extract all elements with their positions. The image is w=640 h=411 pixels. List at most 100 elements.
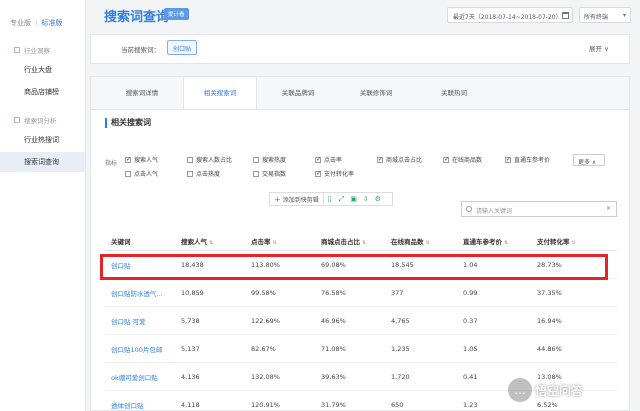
col-header-label: 直通车参考价: [463, 237, 502, 246]
metric-checkbox[interactable]: 交易指数: [253, 169, 286, 178]
terminal-select[interactable]: 所有终端 ▾: [579, 7, 631, 23]
checkbox-icon: [315, 156, 321, 163]
col-header-conversion[interactable]: 支付转化率 ⇅: [537, 236, 617, 246]
table-cell: 39.63%: [321, 372, 346, 381]
sidebar-section-label: 行业洞察: [24, 47, 50, 55]
add-to-clip-label: 添加到快剪辑: [282, 196, 319, 204]
metric-label: 在线商品数: [452, 157, 483, 164]
tab-modifier-words[interactable]: 关联修饰词: [339, 77, 413, 109]
table-cell: 4,118: [181, 400, 200, 409]
industry-icon: [14, 47, 20, 53]
download-icon[interactable]: ⇩: [360, 193, 372, 205]
sidebar-item-hot-words[interactable]: 行业热搜词: [0, 130, 85, 150]
metric-label: 点击热度: [196, 171, 221, 178]
table-cell: 5,137: [181, 344, 200, 353]
expand-label: 展开: [589, 45, 602, 53]
table-toolbar: + 添加到快剪辑 ▯ ⤢ ▣ ⇩ ⚙: [269, 192, 393, 206]
checkbox-icon: [315, 170, 321, 177]
filter-card: 当前搜索词： 创口贴 展开 ∨: [90, 34, 630, 64]
keyword-link[interactable]: 创口贴: [105, 260, 181, 270]
metrics-label: 指标: [105, 160, 118, 167]
table-cell: 69.08%: [321, 260, 346, 269]
keyword-link[interactable]: 创口贴100片包邮: [105, 344, 181, 354]
table-cell: 1.05: [463, 344, 478, 353]
col-header-online-items[interactable]: 在线商品数 ⇅: [391, 236, 463, 246]
table-cell: 0.37: [463, 316, 478, 325]
keyword-link[interactable]: ok绷可爱创口贴: [105, 372, 181, 382]
metric-checkbox[interactable]: 点击热度: [187, 169, 220, 178]
col-header-mall-click[interactable]: 商城点击占比 ⇅: [321, 236, 391, 246]
metric-checkbox[interactable]: 在线商品数: [443, 155, 482, 164]
table-cell: 5,738: [181, 316, 200, 325]
add-to-clip-button[interactable]: + 添加到快剪辑: [270, 193, 324, 205]
metric-label: 直通车参考价: [514, 157, 551, 164]
sidebar-item-word-query[interactable]: 搜索词查询: [0, 152, 85, 172]
tab-bar: 搜索词详情 相关搜索词 关联品牌词 关联修饰词 关联热词: [90, 76, 630, 110]
checkbox-icon: [253, 156, 259, 163]
more-metrics-button[interactable]: 更多 ∧: [573, 154, 605, 166]
current-word-chip[interactable]: 创口贴: [167, 40, 198, 55]
title-badge: 爱计看: [164, 8, 189, 20]
chevron-down-icon: ▾: [622, 12, 626, 19]
col-header-label: 点击率: [251, 237, 271, 246]
sort-icon: ⇅: [362, 239, 367, 246]
version-separator: |: [35, 19, 38, 27]
table-cell: 4,136: [181, 372, 200, 381]
watermark-text: 悟空问答: [535, 383, 584, 398]
col-header-ppc-price[interactable]: 直通车参考价 ⇅: [463, 236, 537, 246]
terminal-select-value: 所有终端: [584, 14, 609, 21]
metric-checkbox[interactable]: 直通车参考价: [505, 155, 550, 164]
metric-checkbox[interactable]: 点击率: [315, 155, 342, 164]
sidebar-item-shop-ranking[interactable]: 商品店铺榜: [0, 82, 85, 102]
date-range-select[interactable]: 最近7天（2018-07-14~2018-07-20）: [447, 7, 573, 23]
col-header-ctr[interactable]: 点击率 ⇅: [251, 236, 321, 246]
metric-checkbox[interactable]: 搜索人数占比: [187, 155, 232, 164]
table-header: 关键词 搜索人气 ⇅ 点击率 ⇅ 商城点击占比 ⇅ 在线商品数 ⇅ 直通车参考价 ⇅ 支付…: [105, 231, 617, 251]
clear-icon[interactable]: ×: [606, 205, 611, 212]
more-label: 更多: [578, 159, 591, 166]
current-word-label: 当前搜索词：: [121, 46, 160, 54]
page-title: 搜索词查询: [104, 10, 170, 25]
settings-icon[interactable]: ⚙: [372, 193, 384, 205]
tab-related-words[interactable]: 相关搜索词: [183, 77, 257, 110]
image-icon[interactable]: ▣: [348, 193, 360, 205]
metric-label: 交易指数: [262, 171, 287, 178]
checkbox-icon: [377, 156, 383, 163]
sort-icon: ⇅: [272, 239, 277, 246]
version-pro-link[interactable]: 专业版: [10, 18, 31, 28]
table-cell: 82.67%: [251, 344, 276, 353]
keyword-link[interactable]: 创口贴 可爱: [105, 316, 181, 326]
delete-icon[interactable]: ▯: [324, 193, 336, 205]
table-row: 创口贴 18,438 113.80% 69.08% 18,545 1.04 28…: [105, 251, 617, 279]
metric-checkbox[interactable]: 商城点击占比: [377, 155, 422, 164]
version-std-link[interactable]: 标准版: [41, 18, 62, 28]
table-row: 创口贴防水透气... 10,859 99.58% 76.58% 377 0.99…: [105, 279, 617, 307]
tab-hot-words[interactable]: 关联热词: [417, 77, 491, 109]
keyword-search-input[interactable]: 请输入关键词 ×: [461, 201, 617, 217]
table-cell: 4,765: [391, 316, 410, 325]
tab-word-detail[interactable]: 搜索词详情: [105, 77, 179, 109]
tab-brand-words[interactable]: 关联品牌词: [261, 77, 335, 109]
table-row: 创口贴 可爱 5,738 122.69% 46.96% 4,765 0.37 1…: [105, 307, 617, 335]
keyword-link[interactable]: 透体创口贴: [105, 400, 181, 410]
sidebar-item-industry-overview[interactable]: 行业大盘: [0, 60, 85, 80]
col-header-label: 在线商品数: [391, 237, 424, 246]
table-cell: 31.79%: [321, 400, 346, 409]
keyword-link[interactable]: 创口贴防水透气...: [105, 288, 181, 298]
metric-checkbox[interactable]: 搜索人气: [125, 155, 158, 164]
col-header-label: 搜索人气: [181, 237, 207, 246]
table-cell: 650: [391, 400, 404, 409]
metric-checkbox[interactable]: 点击人气: [125, 169, 158, 178]
sort-icon: ⇅: [571, 239, 576, 246]
version-switch: 专业版 | 标准版: [0, 0, 85, 28]
expand-button[interactable]: 展开 ∨: [589, 43, 609, 53]
col-header-search-pop[interactable]: 搜索人气 ⇅: [181, 236, 251, 246]
table-cell: 122.69%: [251, 316, 280, 325]
metric-checkbox[interactable]: 支付转化率: [315, 169, 354, 178]
search-placeholder: 请输入关键词: [476, 208, 513, 215]
checkbox-icon: [505, 156, 511, 163]
expand-icon[interactable]: ⤢: [336, 193, 348, 205]
calendar-icon[interactable]: [558, 8, 572, 22]
metric-checkbox[interactable]: 搜索热度: [253, 155, 286, 164]
metric-label: 商城点击占比: [386, 157, 423, 164]
